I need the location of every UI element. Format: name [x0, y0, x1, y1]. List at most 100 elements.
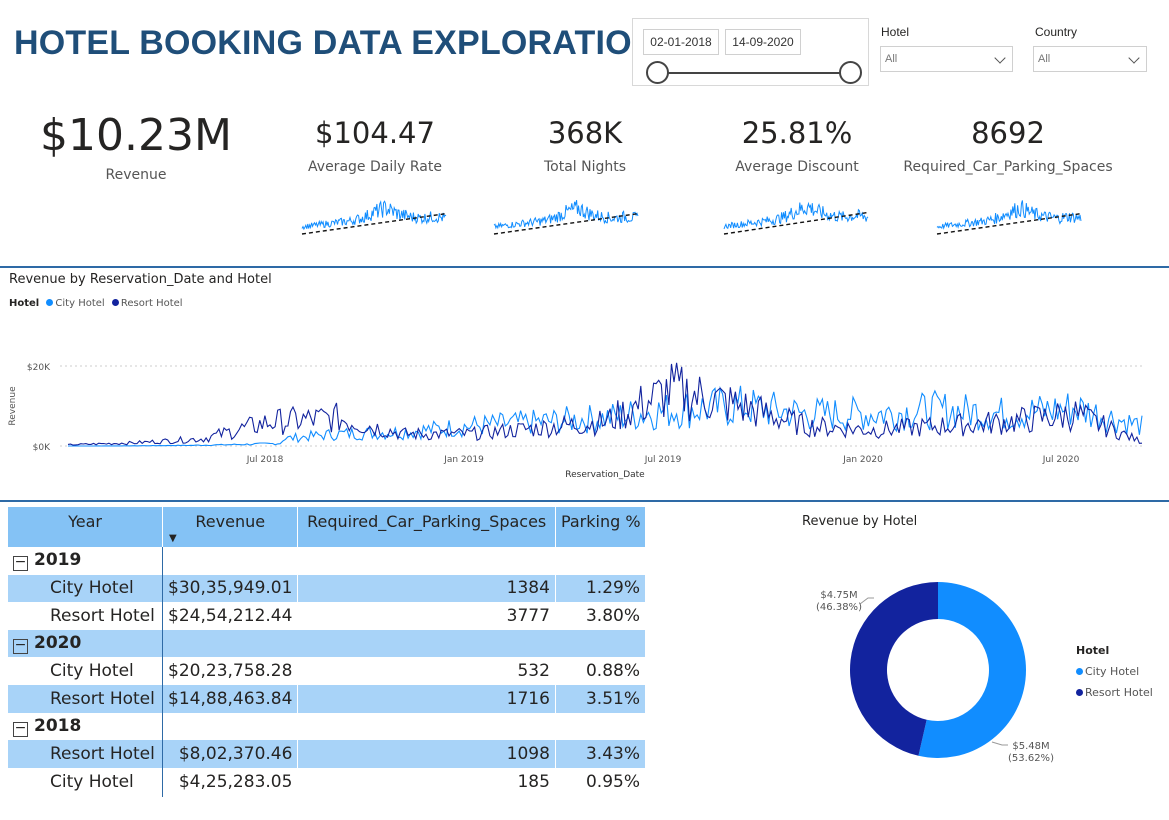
table-column-divider [162, 547, 163, 797]
table-row: City Hotel $30,35,949.01 1384 1.29% [8, 574, 647, 603]
x-tick-label: Jan 2020 [842, 455, 883, 465]
line-chart-legend: Hotel City Hotel Resort Hotel [9, 298, 183, 309]
sort-desc-icon: ▼ [169, 533, 177, 544]
table-row: City Hotel $4,25,283.05 185 0.95% [8, 767, 647, 796]
kpi-nights-sparkline [493, 199, 639, 235]
table-row: Resort Hotel $14,88,463.84 1716 3.51% [8, 684, 647, 713]
group-year: 2018 [34, 715, 82, 736]
donut-slices [850, 582, 1026, 758]
date-slider-start-handle[interactable] [646, 61, 669, 84]
cell-revenue: $20,23,758.28 [162, 657, 299, 685]
donut-legend-resort-label: Resort Hotel [1085, 686, 1153, 699]
cell-hotel: City Hotel [8, 767, 164, 796]
cell-parking-pct: 3.80% [555, 602, 647, 630]
column-header-year[interactable]: Year [8, 507, 164, 547]
donut-label-resort-pct: (46.38%) [816, 602, 862, 613]
cell-parking-pct: 0.95% [555, 767, 647, 796]
kpi-discount-sparkline [723, 201, 869, 235]
x-tick-label: Jul 2018 [246, 455, 284, 465]
collapse-icon[interactable]: − [13, 721, 28, 737]
cell-hotel: City Hotel [8, 657, 164, 685]
table-group-row[interactable]: −2020 [8, 629, 646, 658]
cell-parking-pct: 3.51% [555, 684, 647, 713]
table-group-row[interactable]: −2019 [8, 547, 646, 575]
donut-legend-item-city[interactable]: City Hotel [1076, 665, 1153, 678]
donut-legend: Hotel City Hotel Resort Hotel [1076, 644, 1153, 699]
collapse-icon[interactable]: − [13, 638, 28, 655]
donut-label-city-value: $5.48M [1012, 741, 1050, 752]
kpi-revenue-value: $10.23M [40, 110, 232, 161]
group-year: 2019 [34, 550, 82, 571]
kpi-adr-label: Average Daily Rate [308, 159, 442, 175]
y-tick-label: $0K [33, 443, 51, 453]
x-tick-label: Jul 2019 [644, 455, 682, 465]
group-year: 2020 [34, 633, 82, 654]
date-start-input[interactable]: 02-01-2018 [643, 29, 719, 55]
kpi-adr-value: $104.47 [315, 116, 435, 150]
kpi-discount-label: Average Discount [735, 159, 859, 175]
donut-label-resort-value: $4.75M [820, 590, 858, 601]
date-slider-track[interactable] [657, 72, 851, 74]
cell-parking-pct: 0.88% [555, 657, 647, 685]
y-axis-label: Revenue [8, 386, 18, 426]
donut-legend-item-resort[interactable]: Resort Hotel [1076, 686, 1153, 699]
legend-title: Hotel [9, 298, 40, 309]
date-range-slicer[interactable]: 02-01-2018 14-09-2020 [632, 18, 869, 86]
table-row: Resort Hotel $8,02,370.46 1098 3.43% [8, 740, 647, 768]
kpi-discount-value: 25.81% [741, 116, 853, 150]
country-filter-value: All [1038, 53, 1051, 65]
line-series-group [67, 362, 1143, 447]
donut-chart-title: Revenue by Hotel [802, 514, 918, 529]
column-header-parking-pct[interactable]: Parking % [555, 507, 647, 547]
table-group-row[interactable]: −2018 [8, 712, 646, 741]
collapse-icon[interactable]: − [13, 555, 28, 572]
legend-city-dot [1076, 668, 1083, 675]
legend-resort-dot [111, 299, 119, 306]
kpi-nights-label: Total Nights [543, 159, 627, 175]
cell-parking: 185 [297, 767, 556, 796]
legend-city-dot [46, 299, 54, 306]
legend-resort-label[interactable]: Resort Hotel [121, 298, 183, 309]
section-divider [0, 266, 1169, 268]
kpi-parking-label: Required_Car_Parking_Spaces [903, 159, 1113, 175]
kpi-nights-value: 368K [547, 116, 623, 150]
cell-parking: 1098 [297, 740, 556, 768]
x-tick-label: Jan 2019 [443, 455, 484, 465]
series-line-resort-hotel [67, 362, 1143, 446]
donut-legend-city-label: City Hotel [1085, 665, 1140, 678]
kpi-revenue-label: Revenue [105, 167, 167, 183]
country-filter-label: Country [1035, 25, 1078, 39]
date-slider-end-handle[interactable] [839, 61, 862, 84]
cell-revenue: $30,35,949.01 [162, 574, 299, 603]
column-header-parking[interactable]: Required_Car_Parking_Spaces [297, 507, 556, 547]
cell-hotel: City Hotel [8, 574, 164, 603]
revenue-matrix-table[interactable]: Year Revenue ▼ Required_Car_Parking_Spac… [8, 507, 647, 796]
hotel-filter-dropdown[interactable]: All [880, 46, 1013, 72]
hotel-filter-label: Hotel [881, 25, 910, 39]
cell-hotel: Resort Hotel [8, 602, 164, 630]
donut-label-city-pct: (53.62%) [1008, 753, 1054, 764]
x-tick-label: Jul 2020 [1042, 455, 1080, 465]
cell-revenue: $14,88,463.84 [162, 684, 299, 713]
chevron-down-icon [994, 52, 1006, 64]
series-line-city-hotel [68, 385, 1143, 447]
cell-parking-pct: 1.29% [555, 574, 647, 603]
date-end-input[interactable]: 14-09-2020 [725, 29, 801, 55]
line-chart-title: Revenue by Reservation_Date and Hotel [9, 272, 272, 287]
column-header-revenue[interactable]: Revenue ▼ [162, 507, 299, 547]
table-row: City Hotel $20,23,758.28 532 0.88% [8, 657, 647, 685]
section-divider [0, 500, 1169, 502]
kpi-parking-sparkline [936, 200, 1082, 235]
cell-parking: 532 [297, 657, 556, 685]
revenue-line-chart[interactable]: Revenue $20K $0K Jul 2018 Jan 2019 Jul 2… [0, 310, 1169, 485]
cell-parking-pct: 3.43% [555, 740, 647, 768]
cell-revenue: $24,54,212.44 [162, 602, 299, 630]
cell-hotel: Resort Hotel [8, 740, 164, 768]
legend-city-label[interactable]: City Hotel [55, 298, 104, 309]
cell-parking: 3777 [297, 602, 556, 630]
sparkline-series [723, 201, 869, 230]
sparkline-trendline [723, 211, 869, 235]
country-filter-dropdown[interactable]: All [1033, 46, 1147, 72]
table-row: Resort Hotel $24,54,212.44 3777 3.80% [8, 602, 647, 630]
legend-resort-dot [1076, 689, 1083, 696]
